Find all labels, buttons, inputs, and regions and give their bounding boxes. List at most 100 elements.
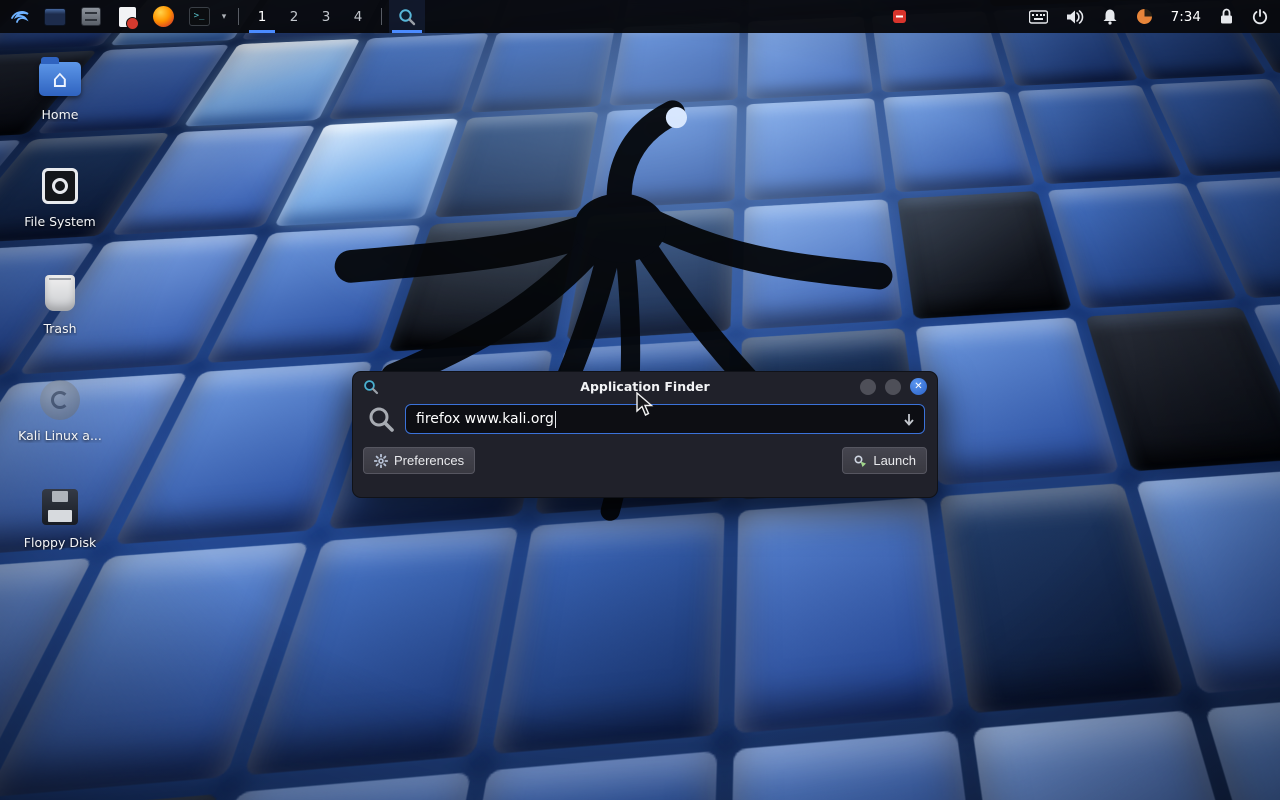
kali-docs-icon — [37, 377, 83, 423]
desktop-icon-label: Trash — [43, 321, 76, 336]
workspace-2[interactable]: 2 — [278, 0, 310, 33]
status-orb[interactable] — [1136, 8, 1153, 25]
firefox-launcher[interactable] — [145, 0, 181, 33]
record-tray-icon[interactable] — [892, 9, 907, 24]
workspace-4[interactable]: 4 — [342, 0, 374, 33]
desktop-icon-floppy-disk[interactable]: Floppy Disk — [12, 484, 108, 550]
desktop-icon-label: Floppy Disk — [24, 535, 96, 550]
workspace-2-label: 2 — [290, 9, 299, 25]
keyboard-indicator[interactable] — [1029, 10, 1048, 24]
file-manager-icon — [81, 7, 101, 26]
desktop-icon-file-system[interactable]: File System — [12, 163, 108, 229]
wallpaper-cube — [470, 27, 615, 112]
wallpaper-cube — [728, 730, 998, 800]
workspace-3-label: 3 — [322, 9, 331, 25]
system-tray: 7:34 — [892, 0, 1280, 33]
home-folder-icon: ⌂ — [37, 56, 83, 102]
application-finder-window-icon — [363, 379, 379, 395]
desktop-icon-trash[interactable]: Trash — [12, 270, 108, 336]
lock-icon — [1219, 8, 1234, 25]
minimize-button[interactable] — [860, 379, 876, 395]
maximize-button[interactable] — [885, 379, 901, 395]
titlebar-buttons: ✕ — [860, 378, 927, 395]
close-icon: ✕ — [914, 381, 922, 392]
window-title: Application Finder — [353, 379, 937, 394]
workspace-1[interactable]: 1 — [246, 0, 278, 33]
notifications-bell-icon — [1102, 8, 1118, 25]
terminal-icon: >_ — [189, 7, 210, 26]
run-icon — [853, 454, 867, 468]
launcher-dropdown-arrow[interactable]: ▾ — [217, 0, 231, 33]
panel-left: >_ ▾ 1 2 3 4 — [0, 0, 425, 33]
keyboard-icon — [1029, 10, 1048, 24]
desktop: >_ ▾ 1 2 3 4 — [0, 0, 1280, 800]
preferences-button[interactable]: Preferences — [363, 447, 475, 474]
wallpaper-cube — [591, 105, 738, 209]
preferences-label: Preferences — [394, 453, 464, 468]
application-finder-icon — [397, 7, 417, 27]
chevron-down-icon: ▾ — [222, 12, 227, 22]
desktop-icon-label: File System — [24, 214, 96, 229]
workspace-4-label: 4 — [354, 9, 363, 25]
workspace-1-label: 1 — [258, 9, 267, 25]
application-finder-window: Application Finder ✕ firefox www.kali.or… — [352, 371, 938, 498]
wallpaper-cube — [0, 794, 220, 800]
panel-separator — [238, 8, 239, 25]
workspace-3[interactable]: 3 — [310, 0, 342, 33]
kali-menu-icon — [8, 5, 32, 29]
trash-icon — [37, 270, 83, 316]
search-icon — [367, 405, 395, 433]
wallpaper-cube — [609, 22, 740, 106]
logout-button[interactable] — [1252, 9, 1268, 25]
wallpaper-cube — [734, 497, 954, 733]
file-system-icon — [37, 163, 83, 209]
launch-button[interactable]: Launch — [842, 447, 927, 474]
desktop-icon-label: Home — [42, 107, 79, 122]
wallpaper-cube — [745, 98, 886, 200]
status-orb-icon — [1136, 8, 1153, 25]
search-input[interactable]: firefox www.kali.org — [405, 404, 925, 434]
clock[interactable]: 7:34 — [1171, 9, 1201, 25]
wallpaper-cube — [883, 91, 1035, 192]
panel-separator — [381, 8, 382, 25]
text-editor-icon — [119, 7, 136, 27]
close-button[interactable]: ✕ — [910, 378, 927, 395]
window-icon — [44, 8, 66, 26]
floppy-disk-icon — [37, 484, 83, 530]
button-row: Preferences Launch — [353, 447, 937, 474]
launch-label: Launch — [873, 453, 916, 468]
notifications[interactable] — [1102, 8, 1118, 25]
text-editor-launcher[interactable] — [109, 0, 145, 33]
taskbar-application-finder[interactable] — [389, 0, 425, 33]
desktop-icon-label: Kali Linux a... — [18, 428, 102, 443]
arrow-down-icon — [902, 412, 916, 427]
wallpaper-cube — [434, 112, 599, 218]
top-panel: >_ ▾ 1 2 3 4 — [0, 0, 1280, 33]
gear-icon — [374, 454, 388, 468]
wallpaper-cube — [742, 199, 902, 329]
wallpaper-cube — [1085, 307, 1280, 471]
volume-control[interactable] — [1066, 9, 1084, 25]
wallpaper-cube — [897, 191, 1071, 319]
history-dropdown-button[interactable] — [902, 412, 916, 427]
power-icon — [1252, 9, 1268, 25]
taskbar-window-button[interactable] — [37, 0, 73, 33]
desktop-icon-kali-linux[interactable]: Kali Linux a... — [12, 377, 108, 443]
titlebar[interactable]: Application Finder ✕ — [353, 372, 937, 401]
search-row: firefox www.kali.org — [353, 401, 937, 434]
firefox-icon — [153, 6, 174, 27]
applications-menu-button[interactable] — [3, 0, 37, 33]
search-input-value: firefox www.kali.org — [416, 411, 554, 427]
file-manager-launcher[interactable] — [73, 0, 109, 33]
record-icon — [892, 9, 907, 24]
lock-screen-button[interactable] — [1219, 8, 1234, 25]
terminal-launcher[interactable]: >_ — [181, 0, 217, 33]
volume-icon — [1066, 9, 1084, 25]
text-caret — [555, 411, 557, 428]
wallpaper-cube — [567, 208, 734, 341]
wallpaper-cube — [1204, 691, 1280, 800]
wallpaper-cube — [428, 751, 718, 800]
wallpaper-cube — [492, 512, 725, 754]
desktop-icon-home[interactable]: ⌂ Home — [12, 56, 108, 122]
wallpaper-cube — [915, 317, 1119, 485]
